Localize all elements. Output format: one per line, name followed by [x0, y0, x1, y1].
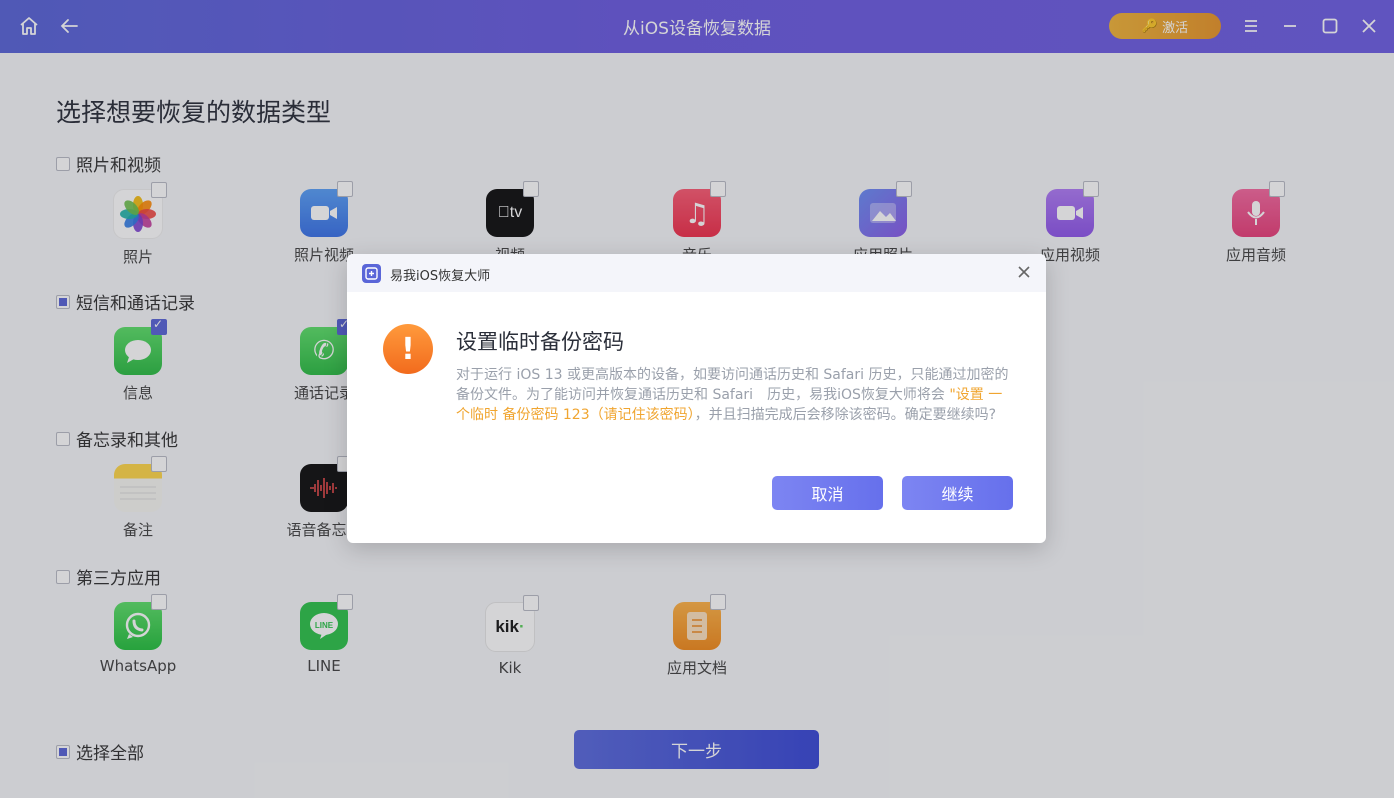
continue-button[interactable]: 继续 [902, 476, 1013, 510]
dialog-message-part2: ，并且扫描完成后会移除该密码。确定要继续吗? [694, 407, 997, 423]
warning-icon: ! [383, 324, 433, 374]
dialog-message: 对于运行 iOS 13 或更高版本的设备，如要访问通话历史和 Safari 历史… [456, 365, 1016, 425]
dialog-app-name: 易我iOS恢复大师 [390, 269, 491, 284]
dialog-title: 设置临时备份密码 [456, 330, 624, 354]
backup-password-dialog: 易我iOS恢复大师 ! 设置临时备份密码 对于运行 iOS 13 或更高版本的设… [347, 254, 1046, 543]
dialog-message-part1: 对于运行 iOS 13 或更高版本的设备，如要访问通话历史和 Safari 历史… [456, 367, 1009, 403]
app-logo-icon [362, 264, 381, 283]
cancel-button[interactable]: 取消 [772, 476, 883, 510]
close-icon[interactable] [1014, 262, 1034, 282]
dialog-header: 易我iOS恢复大师 [347, 254, 1046, 292]
